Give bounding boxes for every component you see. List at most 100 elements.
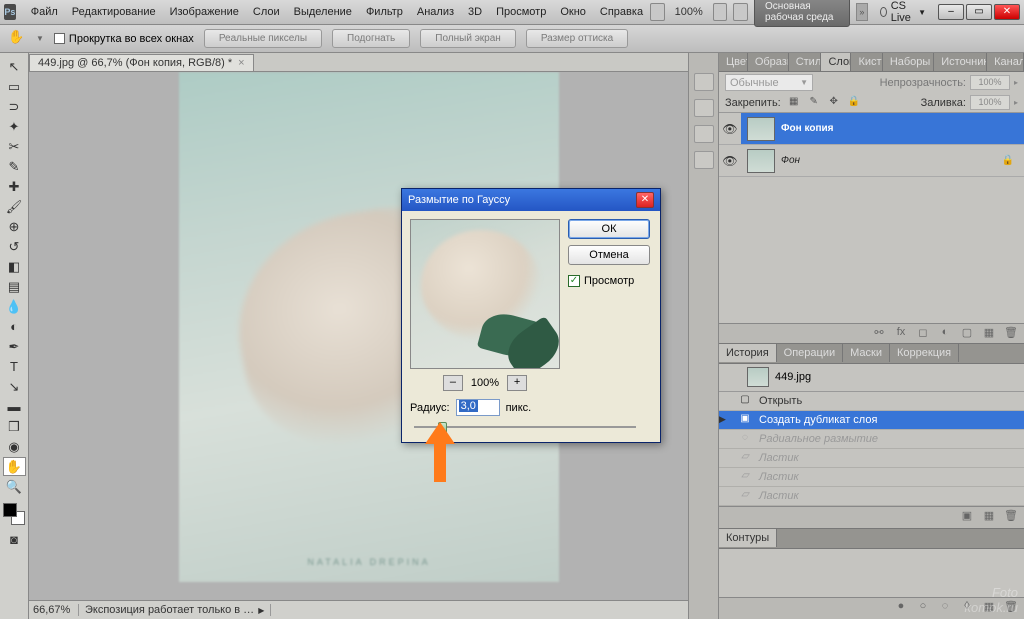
blur-tool-icon[interactable]: 💧 [3,297,26,316]
hand-tool-icon[interactable]: ✋ [3,457,26,476]
zoom-out-button[interactable]: – [443,375,463,391]
menu-layer[interactable]: Слои [246,6,287,18]
layer-thumbnail[interactable] [747,117,775,141]
history-step[interactable]: ▶▣Создать дубликат слоя [719,411,1024,430]
print-size-button[interactable]: Размер оттиска [526,29,628,48]
status-info[interactable]: Экспозиция работает только в …▶ [79,604,271,616]
visibility-toggle-icon[interactable]: 👁 [719,154,741,168]
screen-mode-icon[interactable] [733,3,748,21]
eraser-tool-icon[interactable]: ◧ [3,257,26,276]
actual-pixels-button[interactable]: Реальные пикселы [204,29,322,48]
tab-actions[interactable]: Операции [777,344,843,362]
pen-tool-icon[interactable]: ✒ [3,337,26,356]
layer-mask-icon[interactable]: ◻ [914,326,932,342]
menu-window[interactable]: Окно [553,6,593,18]
quick-mask-icon[interactable]: ◙ [3,530,26,549]
menu-file[interactable]: Файл [24,6,65,18]
dodge-tool-icon[interactable]: ◐ [3,317,26,336]
tab-brush-presets[interactable]: Наборы кист [883,53,934,71]
lock-transparency-icon[interactable]: ▦ [787,96,801,110]
adjustment-layer-icon[interactable]: ◐ [936,326,954,342]
history-step[interactable]: ▱Ластик [719,468,1024,487]
delete-layer-icon[interactable]: 🗑 [1002,326,1020,342]
workspace-more-icon[interactable]: » [856,3,868,21]
wand-tool-icon[interactable]: ✦ [3,117,26,136]
tab-layers[interactable]: Слои [821,53,851,71]
lock-pixels-icon[interactable]: ✎ [807,96,821,110]
tab-masks[interactable]: Маски [843,344,890,362]
visibility-toggle-icon[interactable]: 👁 [719,113,741,144]
group-icon[interactable]: ▢ [958,326,976,342]
stamp-tool-icon[interactable]: ⊕ [3,217,26,236]
layer-thumbnail[interactable] [747,149,775,173]
ok-button[interactable]: ОК [568,219,650,239]
layer-row[interactable]: 👁 Фон копия [719,113,1024,145]
menu-help[interactable]: Справка [593,6,650,18]
window-minimize-button[interactable]: – [938,4,964,20]
opacity-value[interactable]: 100% [970,75,1010,90]
zoom-level-display[interactable]: 100% [671,6,707,18]
menu-filter[interactable]: Фильтр [359,6,410,18]
preview-image[interactable] [410,219,560,369]
link-layers-icon[interactable]: ⚯ [870,326,888,342]
workspace-switcher[interactable]: Основная рабочая среда [754,0,850,27]
menu-3d[interactable]: 3D [461,6,489,18]
scroll-all-windows-checkbox[interactable]: Прокрутка во всех окнах [54,33,194,45]
tab-swatches[interactable]: Образцы [748,53,789,71]
history-snapshot-row[interactable]: 449.jpg [719,364,1024,392]
tab-paths[interactable]: Контуры [719,529,777,547]
history-brush-tool-icon[interactable]: ↺ [3,237,26,256]
dock-icon[interactable] [694,99,714,117]
tab-clone-source[interactable]: Источник кло [934,53,987,71]
status-zoom[interactable]: 66,67% [29,604,79,616]
3d-tool-icon[interactable]: ❒ [3,417,26,436]
tab-adjustments[interactable]: Коррекция [890,344,959,362]
tab-close-icon[interactable]: × [238,57,244,69]
new-doc-from-state-icon[interactable]: ▣ [958,509,976,525]
type-tool-icon[interactable]: T [3,357,26,376]
fit-screen-button[interactable]: Подогнать [332,29,410,48]
gradient-tool-icon[interactable]: ▤ [3,277,26,296]
color-swatch[interactable] [3,503,25,525]
layer-row[interactable]: 👁 Фон 🔒 [719,145,1024,177]
cs-live-button[interactable]: CS Live▼ [874,0,932,24]
launch-bridge-icon[interactable] [650,3,665,21]
zoom-tool-icon[interactable]: 🔍 [3,477,26,496]
tab-color[interactable]: Цвет [719,53,748,71]
new-snapshot-icon[interactable]: ▦ [980,509,998,525]
layer-name[interactable]: Фон копия [781,123,833,134]
marquee-tool-icon[interactable]: ▭ [3,77,26,96]
menu-image[interactable]: Изображение [163,6,246,18]
dialog-close-button[interactable]: ✕ [636,192,654,208]
history-step[interactable]: ▱Ластик [719,449,1024,468]
lasso-tool-icon[interactable]: ⊃ [3,97,26,116]
shape-tool-icon[interactable]: ▬ [3,397,26,416]
fill-value[interactable]: 100% [970,95,1010,110]
menu-analysis[interactable]: Анализ [410,6,461,18]
lock-position-icon[interactable]: ✥ [827,96,841,110]
lock-all-icon[interactable]: 🔒 [847,96,861,110]
move-tool-icon[interactable]: ↖ [3,57,26,76]
camera-tool-icon[interactable]: ◉ [3,437,26,456]
preview-checkbox[interactable]: ✓Просмотр [568,275,650,287]
path-to-selection-icon[interactable]: ◌ [936,600,954,616]
history-step[interactable]: ◌Радиальное размытие [719,430,1024,449]
dialog-titlebar[interactable]: Размытие по Гауссу ✕ [402,189,660,211]
healing-tool-icon[interactable]: ✚ [3,177,26,196]
brush-tool-icon[interactable]: 🖌 [3,197,26,216]
history-step[interactable]: ▱Ластик [719,487,1024,506]
window-close-button[interactable]: ✕ [994,4,1020,20]
dock-icon[interactable] [694,125,714,143]
cancel-button[interactable]: Отмена [568,245,650,265]
zoom-in-button[interactable]: + [507,375,527,391]
tab-channels[interactable]: Каналы [987,53,1024,71]
dock-icon[interactable] [694,73,714,91]
layer-style-icon[interactable]: fx [892,326,910,342]
tab-brushes[interactable]: Кисти [851,53,882,71]
dock-icon[interactable] [694,151,714,169]
radius-input[interactable]: 3,0 [456,399,500,416]
tab-history[interactable]: История [719,344,777,362]
history-step[interactable]: ▢Открыть [719,392,1024,411]
menu-view[interactable]: Просмотр [489,6,553,18]
eyedropper-tool-icon[interactable]: ✎ [3,157,26,176]
